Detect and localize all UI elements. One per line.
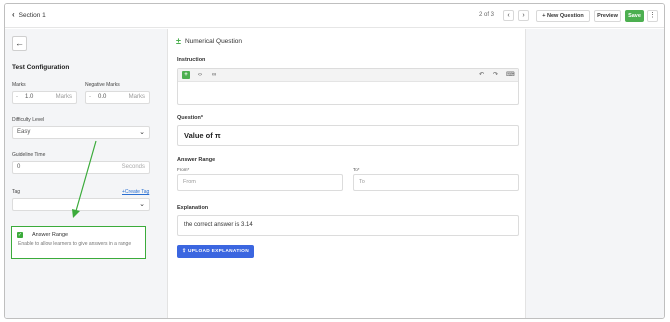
plus-minus-icon: ± [176, 36, 181, 46]
explanation-value: the correct answer is 3.14 [184, 222, 253, 228]
question-type-label: Numerical Question [184, 37, 243, 45]
checkmark-icon: ✓ [17, 232, 23, 238]
to-input[interactable]: To [353, 174, 519, 191]
preview-button[interactable]: Preview [594, 10, 621, 22]
upload-explanation-button[interactable]: ⇪ UPLOAD EXPLANATION [177, 245, 254, 258]
answer-range-description: Enable to allow learners to give answers… [18, 241, 132, 247]
answer-range-checkbox[interactable]: ✓ [17, 232, 23, 238]
answer-range-title: Answer Range [32, 232, 69, 238]
sidebar-title: Test Configuration [12, 64, 70, 71]
guideline-time-suffix: Seconds [121, 164, 145, 170]
tag-select[interactable]: ⌄ [12, 198, 150, 211]
minus-prefix: - [89, 94, 91, 100]
chevron-down-icon: ⌄ [139, 201, 145, 208]
to-placeholder: To [359, 179, 365, 185]
negative-marks-label: Negative Marks [85, 82, 120, 88]
chevron-left-icon: ‹ [12, 10, 15, 19]
question-input[interactable]: Value of π [177, 125, 519, 146]
redo-icon[interactable]: ↷ [493, 71, 498, 79]
instruction-editor[interactable]: + ‹› ∞ ↶ ↷ ⌨ [177, 68, 519, 105]
tag-label: Tag [12, 189, 21, 195]
negative-marks-value: 0.0 [98, 94, 107, 100]
link-icon[interactable]: ∞ [212, 71, 216, 79]
keyboard-icon[interactable]: ⌨ [506, 71, 515, 79]
marks-label: Marks [12, 82, 26, 88]
to-label: To* [353, 167, 360, 172]
app-window: ‹ Section 1 2 of 3 ‹ › + New Question Pr… [4, 3, 665, 319]
explanation-label: Explanation [177, 205, 209, 211]
undo-icon[interactable]: ↶ [479, 71, 484, 79]
config-sidebar: ← Test Configuration Marks - 1.0 Marks N… [5, 29, 168, 318]
guideline-time-value: 0 [17, 164, 21, 170]
upload-label: UPLOAD EXPLANATION [187, 249, 249, 254]
explanation-input[interactable]: the correct answer is 3.14 [177, 215, 519, 236]
new-question-button[interactable]: + New Question [536, 10, 590, 22]
prev-question-button[interactable]: ‹ [503, 10, 514, 21]
right-panel [525, 29, 664, 318]
question-editor: ± Numerical Question Instruction + ‹› ∞ … [168, 29, 525, 318]
arrow-left-icon: ← [15, 38, 24, 48]
create-tag-link[interactable]: +Create Tag [122, 189, 149, 195]
insert-plus-icon[interactable]: + [182, 71, 190, 79]
next-question-button[interactable]: › [518, 10, 529, 21]
guideline-time-input[interactable]: 0 Seconds [12, 161, 150, 174]
more-options-icon[interactable]: ⋮ [647, 10, 658, 22]
code-icon[interactable]: ‹› [198, 71, 202, 79]
from-placeholder: From [183, 179, 196, 185]
guideline-time-label: Guideline Time [12, 152, 46, 158]
difficulty-value: Easy [17, 129, 31, 135]
negative-marks-input[interactable]: - 0.0 Marks [85, 91, 150, 104]
from-input[interactable]: From [177, 174, 343, 191]
from-label: From* [177, 167, 190, 172]
instruction-label: Instruction [177, 57, 206, 63]
question-value: Value of π [184, 131, 221, 140]
editor-toolbar: + ‹› ∞ ↶ ↷ ⌨ [178, 69, 518, 82]
marks-value: 1.0 [25, 94, 34, 100]
pager-text: 2 of 3 [479, 12, 495, 18]
difficulty-label: Difficulty Level [12, 117, 45, 123]
question-type-header: ± Numerical Question [176, 36, 243, 46]
answer-range-option: ✓ Answer Range Enable to allow learners … [11, 226, 146, 259]
answer-range-label: Answer Range [177, 157, 216, 163]
back-arrow-button[interactable]: ← [12, 36, 27, 51]
section-label: Section 1 [18, 11, 46, 19]
section-back-link[interactable]: ‹ Section 1 [12, 11, 46, 19]
difficulty-select[interactable]: Easy ⌄ [12, 126, 150, 139]
chevron-right-icon: › [522, 12, 525, 19]
top-bar: ‹ Section 1 2 of 3 ‹ › + New Question Pr… [5, 4, 664, 28]
save-button[interactable]: Save [625, 10, 644, 22]
chevron-down-icon: ⌄ [139, 129, 145, 136]
minus-prefix: - [16, 94, 18, 100]
negative-marks-suffix: Marks [128, 94, 145, 100]
chevron-left-icon: ‹ [507, 12, 510, 19]
new-question-label: New Question [547, 13, 584, 19]
question-label: Question* [177, 115, 203, 121]
marks-suffix: Marks [55, 94, 72, 100]
marks-input[interactable]: - 1.0 Marks [12, 91, 77, 104]
